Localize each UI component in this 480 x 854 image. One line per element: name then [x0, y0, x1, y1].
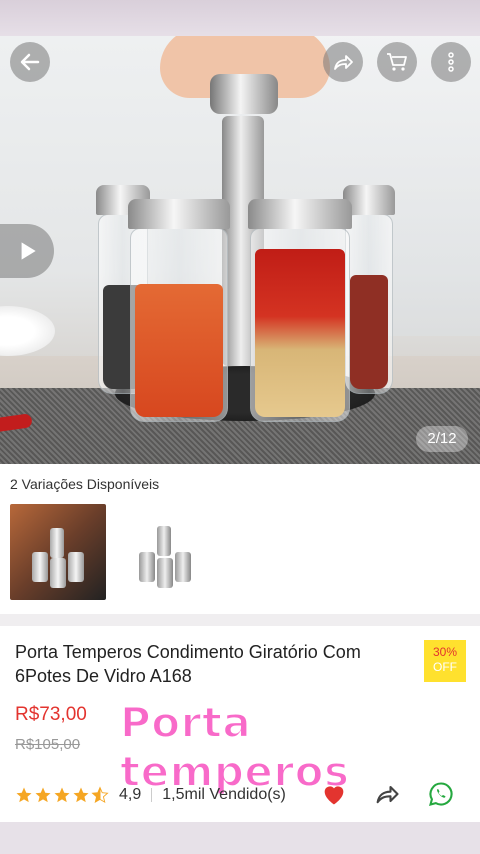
spice-jar	[343, 185, 395, 394]
current-price: R$73,00	[15, 704, 87, 725]
share-icon	[334, 55, 353, 70]
product-image-gallery[interactable]: 2/12	[0, 36, 480, 464]
product-title: Porta Temperos Condimento Giratório Com …	[15, 642, 361, 686]
product-info: Porta Temperos Condimento Giratório Com …	[0, 626, 480, 822]
play-icon	[21, 242, 36, 260]
spice-jar	[248, 199, 352, 422]
play-video-button[interactable]	[0, 224, 54, 278]
image-page-indicator: 2/12	[416, 426, 468, 452]
more-options-button[interactable]	[431, 42, 471, 82]
rating-stars	[15, 786, 109, 804]
rating-row: 4,9 1,5mil Vendido(s)	[15, 781, 286, 809]
star-icon	[73, 787, 89, 803]
sold-count: 1,5mil Vendido(s)	[162, 786, 286, 803]
star-icon	[54, 787, 70, 803]
variation-thumbnail[interactable]	[10, 504, 106, 600]
bottom-strip	[0, 822, 480, 854]
cart-icon	[387, 53, 407, 71]
original-price: R$105,00	[15, 736, 81, 753]
more-icon	[448, 52, 454, 72]
star-icon	[16, 787, 32, 803]
back-arrow-icon	[20, 53, 40, 71]
star-icon	[35, 787, 51, 803]
spice-jar	[128, 199, 230, 422]
share-product-button[interactable]	[371, 778, 403, 810]
variation-thumbnail[interactable]	[117, 504, 213, 600]
discount-label: OFF	[433, 660, 457, 674]
whatsapp-icon	[429, 782, 453, 806]
rating-value: 4,9	[119, 786, 142, 803]
share-button[interactable]	[323, 42, 363, 82]
discount-badge: 30% OFF	[424, 640, 466, 682]
cart-button[interactable]	[377, 42, 417, 82]
star-half-icon	[91, 786, 109, 804]
back-button[interactable]	[10, 42, 50, 82]
variations-title: 2 Variações Disponíveis	[10, 476, 160, 492]
variations-section: 2 Variações Disponíveis	[0, 464, 480, 614]
discount-percent: 30%	[432, 645, 458, 659]
status-strip	[0, 0, 480, 36]
share-icon	[376, 785, 399, 804]
whatsapp-share-button[interactable]	[425, 778, 457, 810]
heart-icon	[324, 786, 344, 805]
favorite-button[interactable]	[318, 778, 350, 810]
